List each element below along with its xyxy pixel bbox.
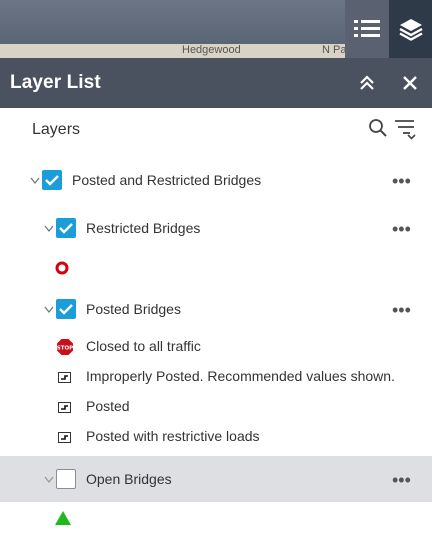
layers-heading: Layers (32, 121, 81, 138)
svg-text:STOP: STOP (57, 346, 73, 352)
map-strip[interactable]: Hedgewood N Pamona Rd (0, 0, 432, 58)
layer-checkbox[interactable] (56, 469, 76, 489)
load-sign-icon (56, 398, 74, 416)
layer-row-open-bridges[interactable]: Open Bridges ••• (0, 456, 432, 502)
close-icon[interactable] (400, 73, 420, 93)
legend-label: Closed to all traffic (86, 338, 201, 354)
list-icon (354, 20, 380, 37)
legend-label: Improperly Posted. Recommended values sh… (86, 368, 395, 384)
layer-list-widget-button[interactable] (389, 0, 432, 58)
checkmark-icon (59, 304, 73, 315)
legend-item: Posted (56, 398, 256, 420)
more-options-icon[interactable]: ••• (392, 220, 411, 238)
search-icon[interactable] (368, 118, 388, 138)
caret-down-icon[interactable] (44, 224, 54, 234)
legend-widget-button[interactable] (345, 0, 389, 58)
street-label: Hedgewood (182, 44, 241, 56)
checkmark-icon (45, 175, 59, 186)
legend-item: STOP Closed to all traffic (56, 338, 416, 360)
caret-down-icon[interactable] (44, 305, 54, 315)
layer-checkbox[interactable] (56, 218, 76, 238)
filter-options-icon[interactable] (394, 118, 418, 140)
legend-label: Posted (86, 398, 130, 414)
layer-label: Posted and Restricted Bridges (72, 172, 262, 188)
layer-row-posted-and-restricted[interactable]: Posted and Restricted Bridges ••• (0, 162, 432, 198)
caret-down-icon[interactable] (30, 176, 40, 186)
layer-label: Posted Bridges (86, 301, 181, 317)
more-options-icon[interactable]: ••• (392, 301, 411, 319)
more-options-icon[interactable]: ••• (392, 172, 411, 190)
legend-item: Posted with restrictive loads (56, 428, 356, 450)
load-sign-icon (56, 368, 74, 386)
green-triangle-icon (55, 511, 71, 525)
panel-header: Layer List (0, 58, 432, 108)
caret-down-icon[interactable] (44, 475, 54, 485)
panel-title: Layer List (10, 72, 101, 93)
stop-sign-icon: STOP (57, 339, 73, 355)
layer-row-posted-bridges[interactable]: Posted Bridges ••• (0, 291, 432, 327)
layer-checkbox[interactable] (42, 170, 62, 190)
red-ring-icon (55, 261, 69, 275)
more-options-icon[interactable]: ••• (392, 471, 411, 489)
checkmark-icon (59, 223, 73, 234)
layer-checkbox[interactable] (56, 299, 76, 319)
legend-item: Improperly Posted. Recommended values sh… (56, 368, 426, 390)
legend-label: Posted with restrictive loads (86, 428, 260, 444)
collapse-icon[interactable] (358, 74, 376, 92)
layer-label: Open Bridges (86, 471, 172, 487)
load-sign-icon (56, 428, 74, 446)
layers-icon (398, 19, 423, 41)
layer-label: Restricted Bridges (86, 220, 201, 236)
layer-row-restricted-bridges[interactable]: Restricted Bridges ••• (0, 210, 432, 246)
